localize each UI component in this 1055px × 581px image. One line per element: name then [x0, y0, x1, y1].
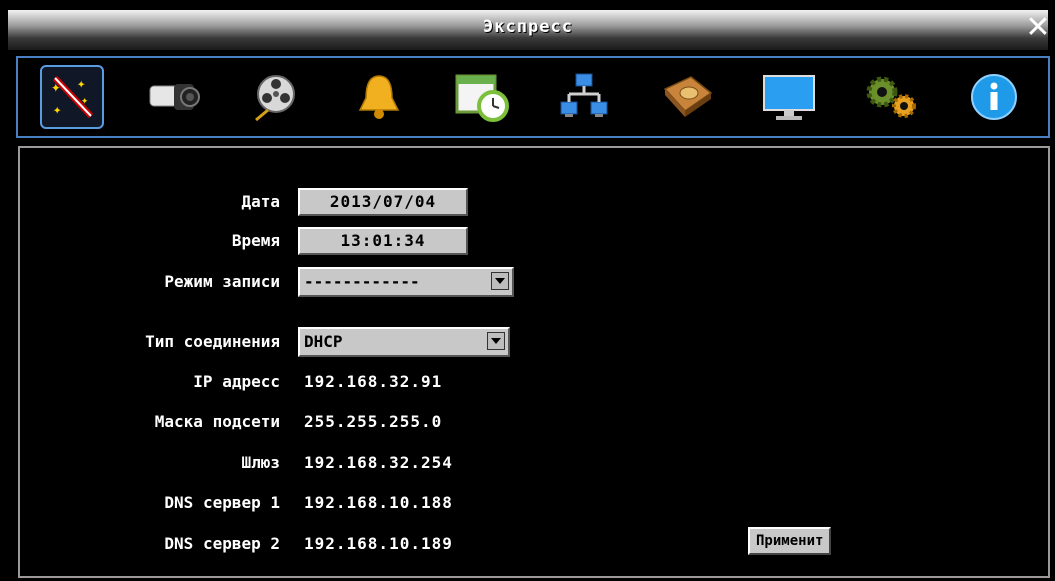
- apply-button[interactable]: Применит: [748, 527, 832, 555]
- date-label: Дата: [241, 192, 280, 211]
- connection-type-select[interactable]: DHCP: [298, 327, 510, 357]
- time-field[interactable]: 13:01:34: [298, 227, 468, 255]
- svg-text:✦: ✦: [81, 93, 88, 107]
- gears-icon[interactable]: [860, 65, 924, 129]
- bell-icon[interactable]: [347, 65, 411, 129]
- ip-label: IP адресс: [193, 372, 280, 391]
- record-mode-label: Режим записи: [164, 272, 280, 291]
- network-icon[interactable]: [552, 65, 616, 129]
- monitor-icon[interactable]: [757, 65, 821, 129]
- connection-type-label: Тип соединения: [145, 332, 280, 351]
- schedule-clock-icon[interactable]: [450, 65, 514, 129]
- dns1-label: DNS сервер 1: [164, 493, 280, 512]
- chevron-down-icon[interactable]: [491, 272, 509, 290]
- hard-disk-icon[interactable]: [655, 65, 719, 129]
- time-label: Время: [231, 231, 280, 250]
- dns2-value[interactable]: 192.168.10.189: [304, 532, 453, 556]
- window-title: Экспресс: [483, 17, 573, 37]
- connection-type-value: DHCP: [304, 332, 343, 351]
- subnet-mask-value[interactable]: 255.255.255.0: [304, 410, 442, 434]
- close-icon[interactable]: ✕: [1024, 13, 1052, 43]
- camera-icon[interactable]: [142, 65, 206, 129]
- dns2-label: DNS сервер 2: [164, 534, 280, 553]
- title-bar: Экспресс ✕: [8, 10, 1051, 50]
- gateway-label: Шлюз: [241, 453, 280, 472]
- info-icon[interactable]: [962, 65, 1026, 129]
- dns1-value[interactable]: 192.168.10.188: [304, 491, 453, 515]
- record-mode-value: ------------: [304, 272, 420, 291]
- menu-toolbar: ✦ ✦ ✦ ✦: [16, 56, 1050, 138]
- record-mode-select[interactable]: ------------: [298, 267, 514, 297]
- svg-text:✦: ✦: [53, 102, 62, 118]
- svg-text:✦: ✦: [51, 77, 61, 96]
- ip-value[interactable]: 192.168.32.91: [304, 370, 442, 394]
- subnet-mask-label: Маска подсети: [154, 412, 280, 431]
- chevron-down-icon[interactable]: [487, 332, 505, 350]
- wizard-icon[interactable]: ✦ ✦ ✦ ✦: [40, 65, 104, 129]
- date-field[interactable]: 2013/07/04: [298, 188, 468, 216]
- svg-text:✦: ✦: [77, 76, 86, 92]
- gateway-value[interactable]: 192.168.32.254: [304, 451, 453, 475]
- film-reel-icon[interactable]: [245, 65, 309, 129]
